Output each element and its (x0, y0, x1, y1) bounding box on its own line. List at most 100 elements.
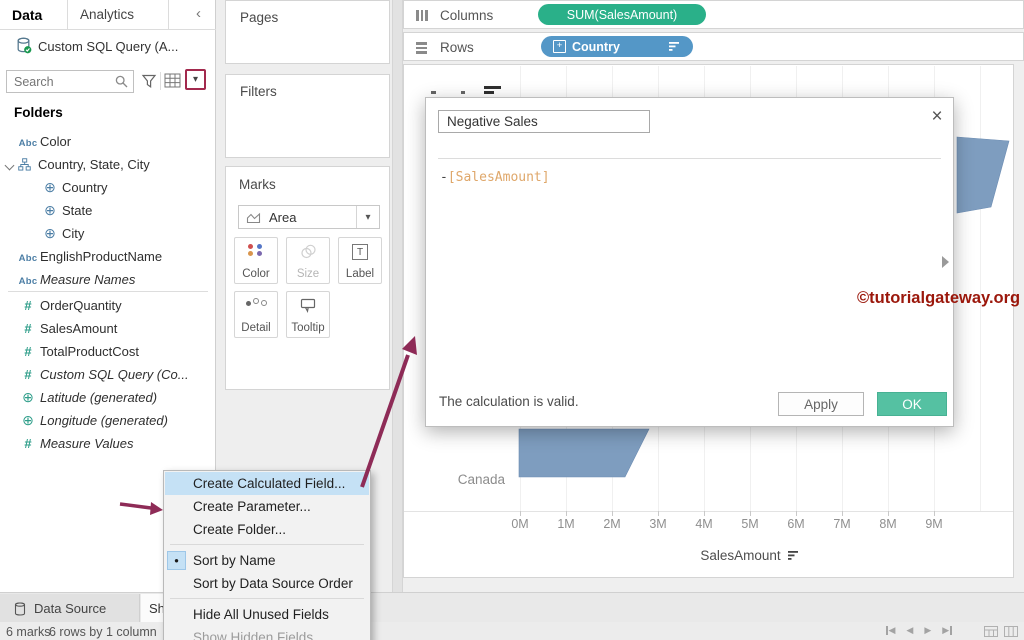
abc-icon: Abc (18, 138, 38, 149)
caret-down-icon: ▾ (356, 206, 379, 228)
apply-button[interactable]: Apply (778, 392, 864, 416)
view-grid-icon[interactable] (164, 73, 181, 88)
show-filmstrip-icon[interactable] (1004, 626, 1018, 637)
columns-pill-sum-salesamount[interactable]: SUM(SalesAmount) (538, 4, 706, 25)
sort-icon (669, 41, 681, 52)
status-bar: 6 marks 6 rows by 1 column ◀ ◀ ▶ ▶ (0, 622, 1024, 640)
label-t-icon: T (352, 244, 368, 260)
detail-dots-icon (245, 298, 267, 306)
field-hierarchy-country-state-city[interactable]: Country, State, City (0, 153, 212, 176)
collapse-pane-icon[interactable]: ‹ (196, 5, 201, 22)
globe-icon: ⊕ (44, 225, 56, 241)
pages-label: Pages (240, 10, 279, 25)
menu-item-hide-all-unused-fields[interactable]: Hide All Unused Fields (165, 603, 369, 626)
rows-shelf[interactable]: Rows + Country (403, 32, 1024, 61)
tab-analytics[interactable]: Analytics (80, 7, 134, 22)
columns-shelf[interactable]: Columns SUM(SalesAmount) (403, 0, 1024, 29)
menu-item-sort-by-name[interactable]: Sort by Name (165, 549, 369, 572)
abc-icon: Abc (18, 253, 38, 264)
hierarchy-icon (18, 158, 38, 171)
previous-sheet-icon[interactable]: ◀ (906, 625, 913, 636)
marks-card: Marks Area ▾ Color Size T Label Detail T… (225, 166, 390, 390)
ok-button[interactable]: OK (877, 392, 947, 416)
field-custom-sql-count[interactable]: # Custom SQL Query (Co... (0, 363, 212, 386)
fields-separator (8, 291, 208, 292)
formula-operator: - (440, 170, 448, 185)
abc-icon: Abc (18, 276, 38, 287)
field-color[interactable]: Abc Color (0, 130, 212, 153)
data-pane-tabs: Data Analytics ‹ (0, 0, 216, 30)
validation-status: The calculation is valid. (439, 394, 579, 409)
filter-funnel-icon[interactable] (141, 73, 157, 89)
pane-divider[interactable] (392, 0, 403, 592)
field-englishproductname[interactable]: Abc EnglishProductName (0, 245, 212, 268)
chevron-expanded-icon[interactable] (4, 157, 18, 172)
expand-plus-icon: + (553, 40, 566, 53)
datasource-name: Custom SQL Query (A... (38, 39, 179, 54)
pages-card[interactable]: Pages (225, 0, 390, 64)
field-city[interactable]: ⊕ City (0, 222, 212, 245)
field-orderquantity[interactable]: # OrderQuantity (0, 294, 212, 317)
label-button[interactable]: T Label (338, 237, 382, 284)
data-source-tab[interactable]: Data Source (0, 594, 140, 623)
caret-down-icon: ▾ (192, 74, 199, 85)
icon-divider (160, 72, 161, 90)
detail-button[interactable]: Detail (234, 291, 278, 338)
menu-item-create-calculated-field[interactable]: Create Calculated Field... (165, 472, 369, 495)
watermark: ©tutorialgateway.org (857, 289, 1021, 307)
rows-pill-country[interactable]: + Country (541, 36, 693, 57)
sheet-tabs-bar: Data Source Sheet 1 (0, 592, 1024, 623)
menu-item-create-parameter[interactable]: Create Parameter... (165, 495, 369, 518)
mark-type-value: Area (269, 209, 297, 225)
tab-divider (168, 0, 169, 30)
number-icon: # (24, 436, 32, 451)
field-measure-values[interactable]: # Measure Values (0, 432, 212, 455)
pane-dropdown-button-highlighted[interactable]: ▾ (185, 69, 206, 90)
area-mark-canada[interactable] (518, 428, 650, 478)
number-icon: # (24, 367, 32, 382)
menu-item-sort-by-data-source-order[interactable]: Sort by Data Source Order (165, 572, 369, 595)
field-longitude[interactable]: ⊕ Longitude (generated) (0, 409, 212, 432)
radio-selected-icon: ● (167, 551, 186, 570)
last-sheet-icon[interactable]: ▶ (942, 625, 952, 636)
database-icon (15, 37, 32, 54)
globe-icon: ⊕ (22, 412, 34, 428)
expand-functions-arrow-icon[interactable] (942, 256, 949, 268)
menu-item-create-folder[interactable]: Create Folder... (165, 518, 369, 541)
search-icon (115, 75, 128, 88)
search-row: ▾ (0, 68, 216, 98)
filters-card[interactable]: Filters (225, 74, 390, 158)
marks-label: Marks (239, 177, 276, 192)
field-state[interactable]: ⊕ State (0, 199, 212, 222)
grid-size: 6 rows by 1 column (49, 625, 157, 639)
datasource-row[interactable]: Custom SQL Query (A... (0, 32, 216, 60)
data-source-tab-label: Data Source (34, 601, 107, 616)
area-mark-icon (246, 211, 261, 224)
calculation-name-input[interactable] (438, 110, 650, 133)
field-country[interactable]: ⊕ Country (0, 176, 212, 199)
first-sheet-icon[interactable]: ◀ (886, 625, 895, 636)
columns-shelf-label: Columns (440, 8, 494, 23)
size-button[interactable]: Size (286, 237, 330, 284)
close-icon[interactable]: × (927, 106, 947, 128)
field-totalproductcost[interactable]: # TotalProductCost (0, 340, 212, 363)
field-salesamount[interactable]: # SalesAmount (0, 317, 212, 340)
tooltip-button[interactable]: Tooltip (286, 291, 330, 338)
globe-icon: ⊕ (22, 389, 34, 405)
show-tabs-icon[interactable] (984, 626, 998, 637)
next-sheet-icon[interactable]: ▶ (924, 625, 931, 636)
tab-data[interactable]: Data (12, 7, 42, 23)
fields-context-menu: Create Calculated Field... Create Parame… (163, 470, 371, 640)
mark-type-dropdown[interactable]: Area ▾ (238, 205, 380, 229)
field-latitude[interactable]: ⊕ Latitude (generated) (0, 386, 212, 409)
number-icon: # (24, 321, 32, 336)
formula-editor[interactable]: -[SalesAmount] (440, 170, 550, 185)
color-button[interactable]: Color (234, 237, 278, 284)
area-mark-united-states[interactable] (956, 136, 1010, 214)
menu-item-show-hidden-fields[interactable]: Show Hidden Fields (165, 626, 369, 640)
number-icon: # (24, 344, 32, 359)
rows-shelf-label: Rows (440, 40, 474, 55)
tableau-window: Data Analytics ‹ Custom SQL Query (A... (0, 0, 1024, 640)
globe-icon: ⊕ (44, 202, 56, 218)
field-measure-names[interactable]: Abc Measure Names (0, 268, 212, 291)
